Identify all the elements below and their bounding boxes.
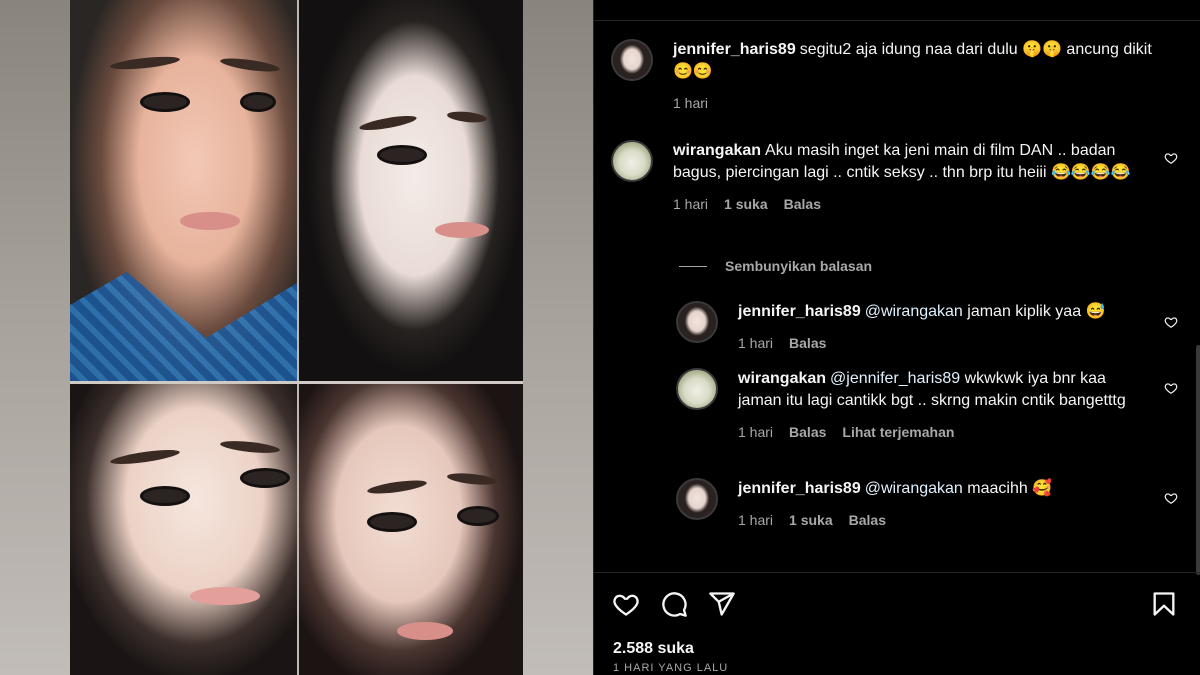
comment-item: jennifer_haris89 segitu2 aja idung naa da… bbox=[611, 39, 1163, 111]
collage-divider-vertical bbox=[297, 0, 299, 675]
avatar[interactable] bbox=[611, 140, 653, 182]
comment-icon[interactable] bbox=[660, 590, 688, 618]
avatar[interactable] bbox=[611, 39, 653, 81]
comments-panel: jennifer_haris89 segitu2 aja idung naa da… bbox=[593, 0, 1200, 675]
reply-username[interactable]: jennifer_haris89 bbox=[738, 480, 861, 497]
collage-divider-horizontal bbox=[70, 381, 523, 384]
reply-time[interactable]: 1 hari bbox=[738, 335, 773, 351]
reply-username[interactable]: wirangakan bbox=[738, 370, 826, 387]
reply-text: jaman kiplik yaa 😅 bbox=[967, 303, 1106, 320]
reply-username[interactable]: jennifer_haris89 bbox=[738, 303, 861, 320]
comment-username[interactable]: jennifer_haris89 bbox=[673, 41, 796, 58]
comment-time[interactable]: 1 hari bbox=[673, 95, 708, 111]
actions-divider bbox=[594, 572, 1200, 573]
reply-button[interactable]: Balas bbox=[849, 512, 886, 528]
bookmark-icon[interactable] bbox=[1150, 590, 1178, 618]
reply-mention[interactable]: @wirangakan bbox=[865, 303, 963, 320]
heart-icon[interactable] bbox=[1164, 151, 1178, 165]
reply-likes[interactable]: 1 suka bbox=[789, 512, 833, 528]
reply-mention[interactable]: @jennifer_haris89 bbox=[830, 370, 960, 387]
photo-bottom-left bbox=[70, 382, 297, 675]
reply-mention[interactable]: @wirangakan bbox=[865, 480, 963, 497]
reply-item: wirangakan @jennifer_haris89 wkwkwk iya b… bbox=[676, 368, 1148, 440]
header-divider bbox=[594, 20, 1200, 21]
heart-icon[interactable] bbox=[1164, 315, 1178, 329]
reply-text: maacihh 🥰 bbox=[967, 480, 1053, 497]
photo-bottom-right bbox=[297, 382, 523, 675]
reply-time[interactable]: 1 hari bbox=[738, 512, 773, 528]
hide-replies-label: Sembunyikan balasan bbox=[725, 258, 873, 274]
avatar[interactable] bbox=[676, 478, 718, 520]
comment-time[interactable]: 1 hari bbox=[673, 196, 708, 212]
comment-likes[interactable]: 1 suka bbox=[724, 196, 768, 212]
reply-button[interactable]: Balas bbox=[784, 196, 821, 212]
comments-scrollbar[interactable] bbox=[1196, 345, 1200, 575]
heart-icon[interactable] bbox=[1164, 491, 1178, 505]
post-actions bbox=[612, 590, 736, 618]
share-icon[interactable] bbox=[708, 590, 736, 618]
reply-time[interactable]: 1 hari bbox=[738, 424, 773, 440]
reply-item: jennifer_haris89 @wirangakan jaman kiplik… bbox=[676, 301, 1138, 351]
heart-icon[interactable] bbox=[612, 590, 640, 618]
comment-username[interactable]: wirangakan bbox=[673, 142, 761, 159]
reply-button[interactable]: Balas bbox=[789, 335, 826, 351]
translate-button[interactable]: Lihat terjemahan bbox=[842, 424, 954, 440]
reply-button[interactable]: Balas bbox=[789, 424, 826, 440]
reply-item: jennifer_haris89 @wirangakan maacihh 🥰 1 … bbox=[676, 478, 1138, 528]
comment-item: wirangakan Aku masih inget ka jeni main d… bbox=[611, 140, 1143, 212]
hide-replies-line bbox=[679, 265, 707, 267]
post-timestamp[interactable]: 1 HARI YANG LALU bbox=[613, 662, 728, 674]
photo-top-left bbox=[70, 0, 297, 382]
avatar[interactable] bbox=[676, 301, 718, 343]
hide-replies-button[interactable]: Sembunyikan balasan bbox=[679, 258, 872, 274]
avatar[interactable] bbox=[676, 368, 718, 410]
post-image-area bbox=[0, 0, 593, 675]
photo-top-right bbox=[297, 0, 523, 382]
heart-icon[interactable] bbox=[1164, 381, 1178, 395]
like-count[interactable]: 2.588 suka bbox=[613, 640, 694, 658]
